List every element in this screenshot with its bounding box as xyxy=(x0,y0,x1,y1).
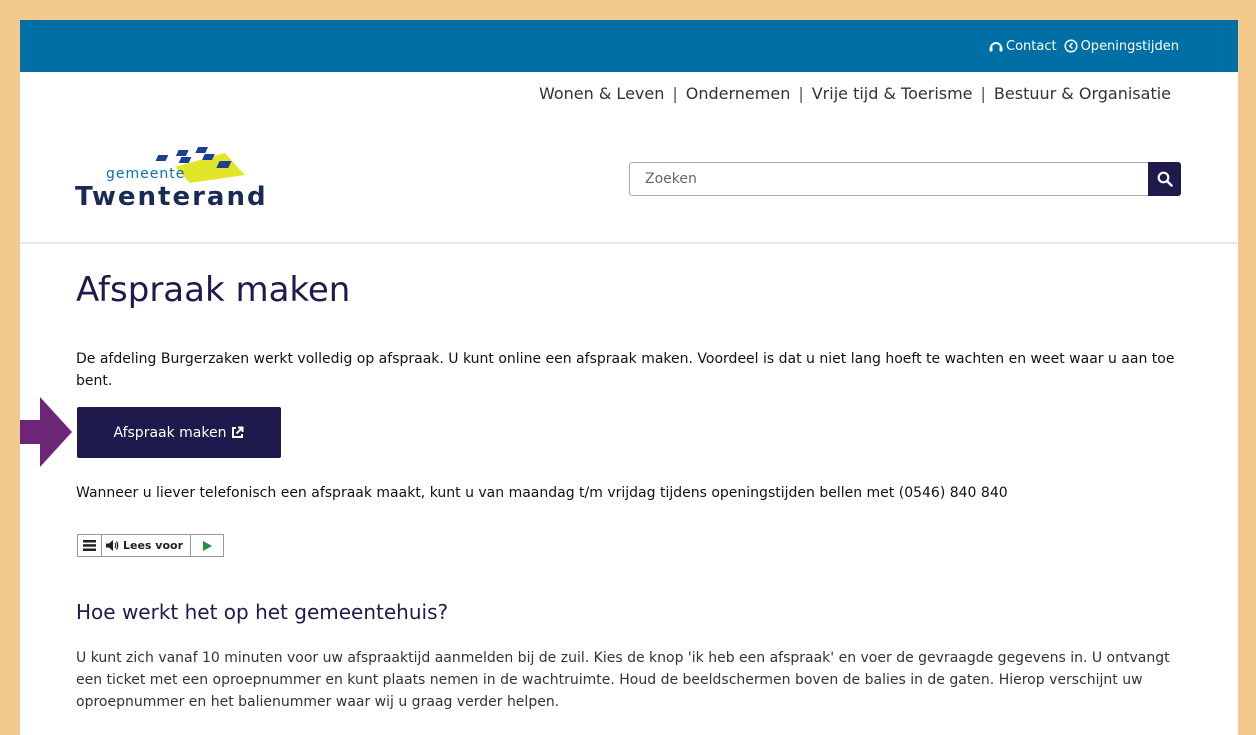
play-icon xyxy=(202,540,212,551)
readspeaker-play-button[interactable] xyxy=(191,535,223,556)
contact-link[interactable]: Contact xyxy=(989,39,1057,54)
speaker-icon xyxy=(106,540,119,551)
afspraak-maken-label: Afspraak maken xyxy=(113,424,227,441)
nav-separator: | xyxy=(798,84,804,103)
main-navigation: Wonen & Leven | Ondernemen | Vrije tijd … xyxy=(539,84,1171,103)
afspraak-maken-button[interactable]: Afspraak maken xyxy=(77,407,281,458)
section-heading: Hoe werkt het op het gemeentehuis? xyxy=(76,600,449,624)
arrow-pointer-icon xyxy=(20,397,72,467)
top-bar: Contact Openingstijden xyxy=(20,20,1238,72)
nav-item-wonen-leven[interactable]: Wonen & Leven xyxy=(539,84,664,103)
intro-text: De afdeling Burgerzaken werkt volledig o… xyxy=(76,351,1175,389)
readspeaker-menu-button[interactable] xyxy=(78,535,102,556)
nav-item-bestuur-organisatie[interactable]: Bestuur & Organisatie xyxy=(994,84,1171,103)
contact-label: Contact xyxy=(1006,38,1057,54)
nav-separator: | xyxy=(980,84,986,103)
page-frame: Contact Openingstijden Wonen & Leven | O… xyxy=(20,20,1238,735)
nav-separator: | xyxy=(672,84,678,103)
lees-voor-button[interactable]: Lees voor xyxy=(102,535,192,556)
search-icon xyxy=(1157,171,1173,187)
logo-twenterand-text: Twenterand xyxy=(75,182,268,212)
search-button[interactable] xyxy=(1148,162,1181,196)
site-logo[interactable]: gemeente Twenterand xyxy=(75,145,268,217)
opening-hours-label: Openingstijden xyxy=(1080,38,1179,54)
external-link-icon xyxy=(232,426,244,438)
hamburger-menu-icon xyxy=(83,540,96,551)
page-title: Afspraak maken xyxy=(76,270,351,310)
phone-appointment-text: Wanneer u liever telefonisch een afspraa… xyxy=(76,485,1008,501)
nav-item-ondernemen[interactable]: Ondernemen xyxy=(686,84,791,103)
nav-item-vrije-tijd-toerisme[interactable]: Vrije tijd & Toerisme xyxy=(812,84,973,103)
headset-icon xyxy=(989,42,1003,52)
clock-icon xyxy=(1064,39,1078,53)
lees-voor-label: Lees voor xyxy=(123,539,184,552)
logo-gemeente-text: gemeente xyxy=(106,166,186,182)
opening-hours-link[interactable]: Openingstijden xyxy=(1064,39,1179,54)
header-divider xyxy=(20,242,1238,244)
search-input[interactable] xyxy=(629,162,1148,196)
body-text: U kunt zich vanaf 10 minuten voor uw afs… xyxy=(76,650,1170,710)
readspeaker-widget: Lees voor xyxy=(77,534,225,557)
search-bar xyxy=(629,162,1181,196)
